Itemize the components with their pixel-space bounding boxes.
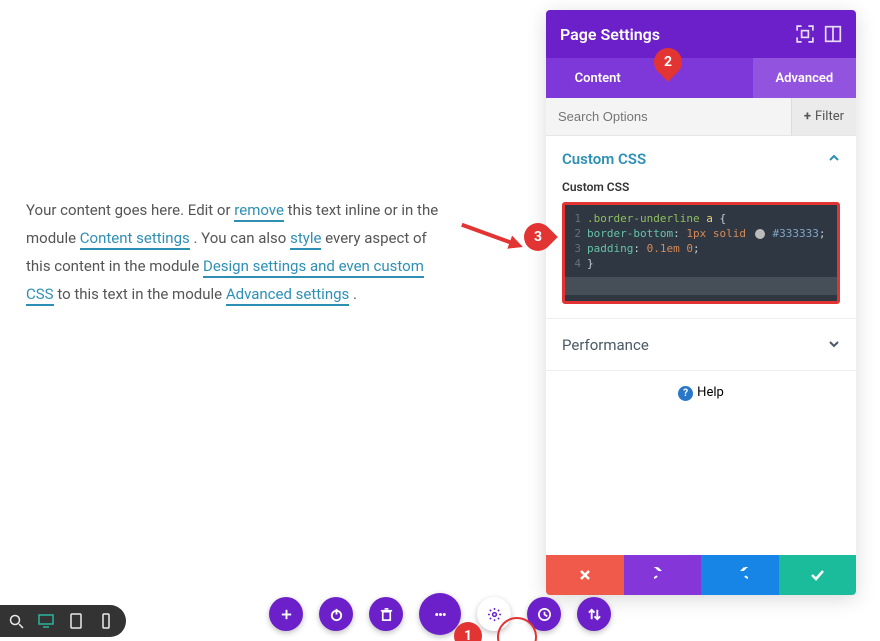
- panel-header[interactable]: Page Settings: [546, 10, 856, 58]
- text-fragment: to this text in the module: [57, 285, 226, 303]
- trash-button[interactable]: [369, 597, 403, 631]
- link-style[interactable]: style: [290, 229, 321, 250]
- text-fragment: .: [353, 285, 357, 303]
- viewport-bar: [0, 605, 126, 637]
- filter-button[interactable]: + Filter: [791, 98, 856, 135]
- power-button[interactable]: [319, 597, 353, 631]
- help-icon: ?: [678, 386, 693, 401]
- tab-advanced[interactable]: Advanced: [753, 58, 856, 98]
- custom-css-label: Custom CSS: [562, 180, 840, 194]
- help-label: Help: [697, 385, 724, 400]
- tab-content[interactable]: Content: [546, 58, 649, 98]
- panel-footer: [546, 555, 856, 595]
- undo-button[interactable]: [624, 555, 702, 595]
- panel-title: Page Settings: [560, 25, 660, 44]
- history-button[interactable]: [527, 597, 561, 631]
- save-button[interactable]: [779, 555, 857, 595]
- tablet-icon[interactable]: [68, 613, 84, 629]
- custom-css-toggle[interactable]: Custom CSS: [562, 150, 840, 168]
- text-fragment: . You can also: [193, 229, 290, 247]
- text-fragment: Your content goes here. Edit or: [26, 201, 234, 219]
- cancel-button[interactable]: [546, 555, 624, 595]
- tab-design[interactable]: Design: [649, 58, 752, 98]
- custom-css-heading: Custom CSS: [562, 150, 646, 168]
- builder-toolbar: [0, 593, 880, 635]
- custom-css-editor[interactable]: 1 .border-underline a { 2 border-bottom:…: [562, 202, 840, 304]
- plus-icon: +: [804, 109, 811, 124]
- help-link[interactable]: ? Help: [546, 371, 856, 415]
- accordion-custom-css: Custom CSS Custom CSS 1 .border-underlin…: [546, 136, 856, 319]
- link-content-settings[interactable]: Content settings: [80, 229, 190, 250]
- page-settings-panel: Page Settings Content Design Advanced + …: [546, 10, 856, 595]
- chevron-up-icon: [828, 152, 840, 167]
- snap-icon[interactable]: [824, 25, 842, 43]
- sort-button[interactable]: [577, 597, 611, 631]
- link-advanced-settings[interactable]: Advanced settings: [226, 285, 349, 306]
- accordion-performance[interactable]: Performance: [546, 319, 856, 371]
- gear-button[interactable]: [477, 597, 511, 631]
- desktop-icon[interactable]: [38, 613, 54, 629]
- search-input[interactable]: [546, 109, 791, 124]
- performance-heading: Performance: [562, 336, 649, 354]
- zoom-icon[interactable]: [8, 613, 24, 629]
- chevron-down-icon: [828, 335, 840, 354]
- filter-label: Filter: [815, 109, 844, 124]
- panel-tabs: Content Design Advanced: [546, 58, 856, 98]
- link-remove[interactable]: remove: [234, 201, 284, 222]
- add-button[interactable]: [269, 597, 303, 631]
- redo-button[interactable]: [701, 555, 779, 595]
- menu-button[interactable]: [419, 593, 461, 635]
- phone-icon[interactable]: [98, 613, 114, 629]
- search-row: + Filter: [546, 98, 856, 136]
- expand-icon[interactable]: [796, 25, 814, 43]
- content-text: Your content goes here. Edit or remove t…: [26, 196, 446, 308]
- color-swatch-icon[interactable]: [755, 229, 765, 239]
